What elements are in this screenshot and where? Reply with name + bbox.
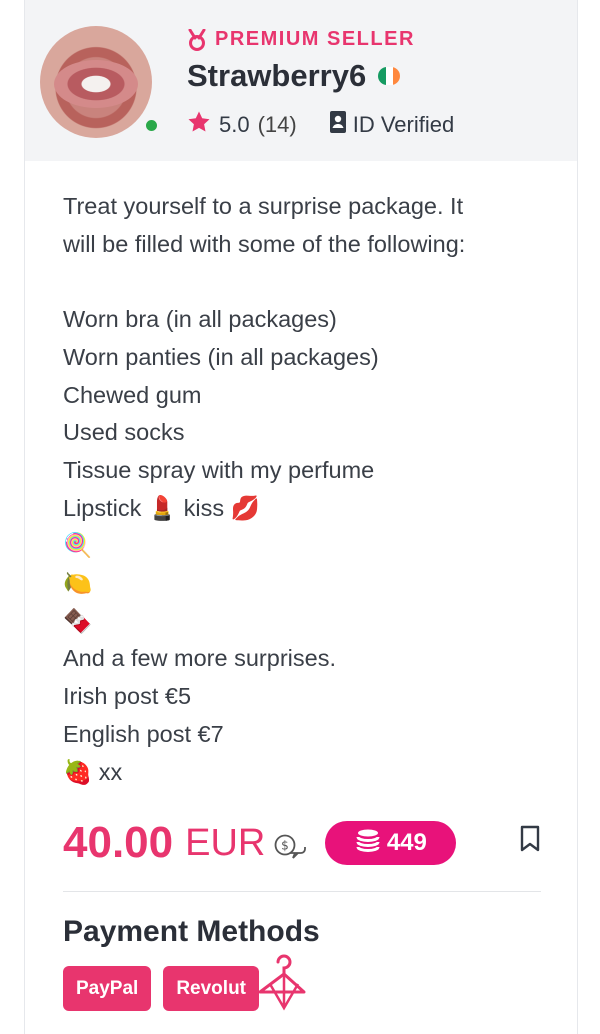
divider — [63, 891, 541, 892]
review-count[interactable]: (14) — [258, 112, 297, 138]
description-line: Tissue spray with my perfume — [63, 456, 375, 483]
payment-methods-title: Payment Methods — [63, 915, 320, 948]
id-verified: ID Verified — [329, 110, 455, 140]
listing-card: PREMIUM SELLER Strawberry6 5.0 (14) ID V… — [24, 0, 578, 1034]
price-row: 40.00 EUR $ 449 — [63, 815, 541, 871]
coins-button[interactable]: 449 — [325, 821, 457, 865]
seller-name[interactable]: Strawberry6 — [187, 58, 366, 94]
payment-methods-list: PayPal Revolut — [63, 966, 260, 1011]
online-status-dot — [144, 118, 159, 133]
description-line: And a few more surprises. — [63, 645, 336, 672]
premium-seller-label: PREMIUM SELLER — [215, 28, 415, 50]
description-line: Treat yourself to a surprise package. It — [63, 193, 464, 219]
seller-meta: 5.0 (14) ID Verified — [187, 110, 454, 140]
description-line: will be filled with some of the followin… — [63, 230, 466, 257]
svg-text:$: $ — [282, 838, 290, 852]
description-line: 🍋 — [63, 570, 93, 597]
coins-icon — [355, 828, 381, 859]
description-line: Worn bra (in all packages) — [63, 306, 337, 333]
description-line — [63, 263, 543, 301]
price-amount: 40.00 — [63, 818, 174, 867]
payment-method-revolut[interactable]: Revolut — [163, 966, 260, 1011]
medal-icon — [187, 28, 207, 51]
description-line: English post €7 — [63, 720, 224, 747]
description-line: Lipstick 💄 kiss 💋 — [63, 494, 260, 521]
description-line: 🍓 xx — [63, 758, 123, 785]
description-line: 🍭 — [63, 532, 93, 559]
id-card-icon — [329, 110, 347, 140]
coins-value: 449 — [386, 829, 427, 856]
ireland-flag-icon — [378, 67, 401, 85]
rating-value: 5.0 — [219, 112, 250, 137]
listing-description: Treat yourself to a surprise package. It… — [63, 188, 543, 791]
description-line: Chewed gum — [63, 381, 202, 408]
seller-header: PREMIUM SELLER Strawberry6 5.0 (14) ID V… — [25, 0, 577, 161]
seller-avatar[interactable] — [40, 26, 152, 138]
id-verified-label: ID Verified — [352, 112, 455, 137]
description-line: Irish post €5 — [63, 683, 192, 710]
star-icon — [187, 110, 211, 140]
money-chat-icon[interactable]: $ — [273, 833, 307, 866]
seller-name-row: Strawberry6 — [187, 58, 401, 94]
hanger-icon — [256, 952, 308, 1017]
description-line: Worn panties (in all packages) — [63, 343, 379, 370]
description-line: Used socks — [63, 419, 185, 446]
bookmark-icon[interactable] — [519, 825, 541, 858]
description-line: 🍫 — [63, 607, 93, 634]
premium-badge: PREMIUM SELLER — [187, 28, 415, 51]
avatar-photo — [54, 60, 138, 108]
payment-method-paypal[interactable]: PayPal — [63, 966, 152, 1011]
price-currency: EUR — [185, 821, 266, 864]
